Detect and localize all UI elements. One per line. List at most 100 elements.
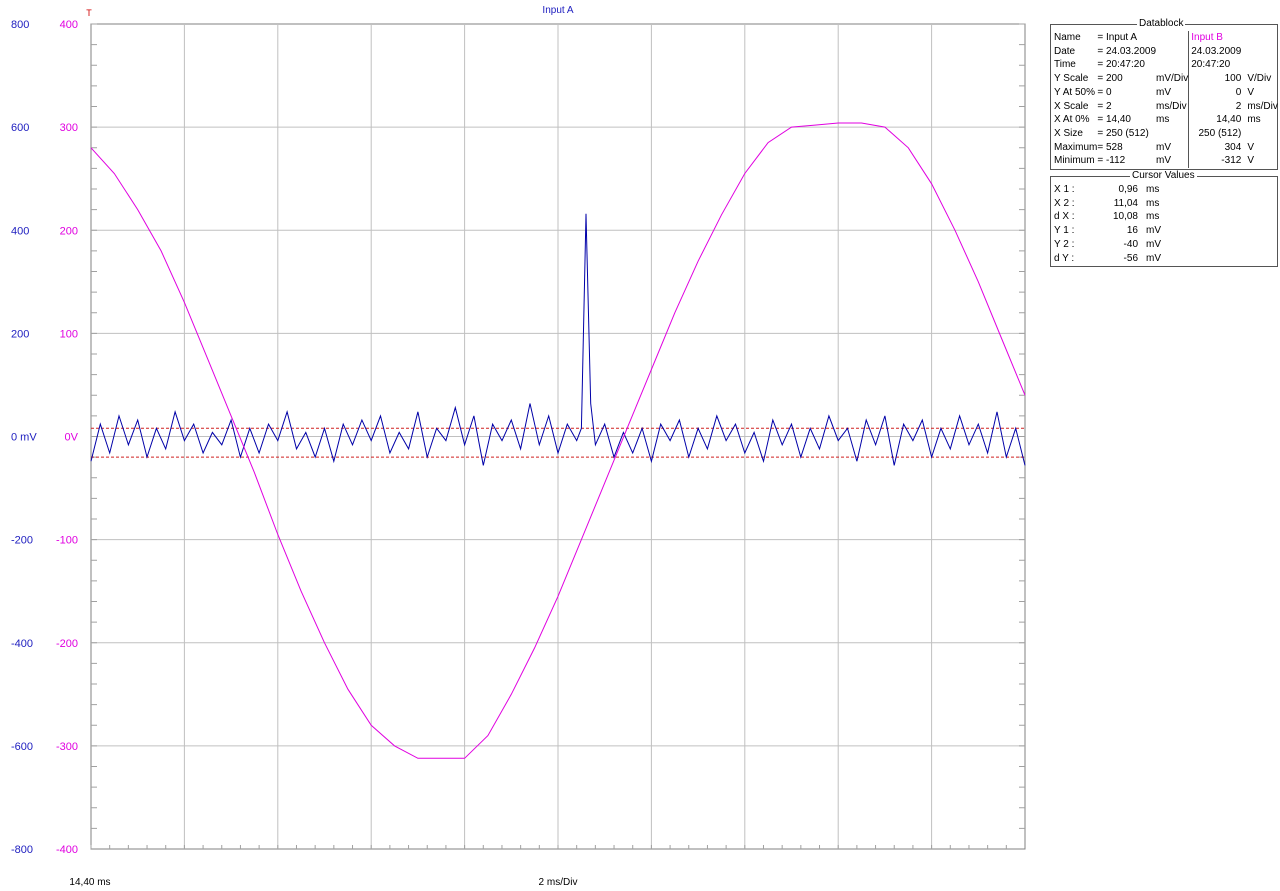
datablock-a-unit: mV (1156, 155, 1172, 167)
datablock-b-value: 14,40 (1188, 113, 1242, 127)
datablock-a-unit (1156, 31, 1189, 45)
y-tick-a: 200 (11, 328, 29, 340)
datablock-panel: Datablock Name = Input A Input B Date = 24.0… (1050, 18, 1278, 170)
cursor-unit: ms (1146, 211, 1160, 223)
datablock-a-value: = 20:47:20 (1097, 59, 1145, 71)
datablock-row: X At 0% = 14,40 ms 14,40 ms (1054, 113, 1278, 127)
datablock-b-unit: V (1247, 155, 1254, 167)
datablock-b-value: -312 (1188, 154, 1242, 169)
cursor-values-panel: Cursor Values X 1 :0,96 ms X 2 :11,04 ms d X… (1050, 170, 1278, 267)
datablock-b-value: 0 (1188, 85, 1242, 100)
datablock-b-unit (1241, 127, 1278, 141)
datablock-a-unit: mV/Div (1156, 73, 1189, 85)
datablock-title: Datablock (1137, 18, 1186, 29)
x-scale-label: 2 ms/Div (539, 877, 578, 888)
datablock-a-unit (1156, 45, 1189, 59)
datablock-b-unit: V (1247, 141, 1254, 153)
cursor-value: 11,04 (1113, 197, 1138, 209)
datablock-a-value: = 200 (1097, 73, 1123, 85)
datablock-key: Y At 50% (1054, 86, 1095, 98)
datablock-b-unit: ms (1247, 114, 1261, 126)
datablock-b-value: 250 (512) (1188, 126, 1242, 141)
datablock-key: Maximum (1054, 141, 1098, 153)
y-tick-b: 100 (60, 328, 78, 340)
y-tick-b: -200 (56, 638, 78, 650)
x-start-label: 14,40 ms (69, 877, 110, 888)
cursor-unit: ms (1146, 197, 1160, 209)
datablock-key: X At 0% (1054, 114, 1090, 126)
y-tick-b: 300 (60, 122, 78, 134)
cursor-value-row: d X : 10,08 ms (1054, 210, 1176, 224)
cursor-value: -56 (1123, 252, 1138, 264)
y-tick-b: -300 (56, 741, 78, 753)
cursor-value-row: X 1 : 0,96 ms (1054, 183, 1176, 197)
cursor-key: Y 2 : (1054, 238, 1075, 250)
datablock-row: Time = 20:47:20 20:47:20 (1054, 58, 1278, 73)
datablock-a-unit: ms (1156, 114, 1170, 126)
datablock-key: Date (1054, 45, 1076, 57)
datablock-a-unit (1156, 127, 1189, 141)
y-axis-b: 400 300 200 100 0V -100 -200 -300 -400 (56, 19, 79, 856)
cursor-key: X 2 : (1054, 197, 1075, 209)
cursor-values-table: X 1 :0,96 ms X 2 : 11,04 ms d X : 10,08 ms Y 1 :… (1054, 183, 1176, 265)
datablock-a-value: = 0 (1097, 86, 1112, 98)
y-tick-a: -600 (11, 741, 33, 753)
datablock-row: Y At 50% = 0 mV 0 V (1054, 85, 1278, 100)
datablock-b-unit: V/Div (1247, 73, 1272, 85)
datablock-key: X Scale (1054, 100, 1089, 112)
datablock-b-value: 20:47:20 (1188, 58, 1242, 73)
datablock-row: X Size = 250 (512) 250 (512) (1054, 126, 1278, 141)
cursor-value: 10,08 (1112, 211, 1138, 223)
cursor-value-row: Y 2 : -40 mV (1054, 238, 1176, 252)
datablock-a-value: = 528 (1097, 141, 1123, 153)
datablock-b-unit: ms/Div (1247, 100, 1278, 112)
datablock-b-value: 24.03.2009 (1188, 44, 1242, 59)
datablock-a-value: = 14,40 (1097, 114, 1131, 126)
datablock-row: X Scale = 2 ms/Div 2 ms/Div (1054, 99, 1278, 114)
y-tick-a: 600 (11, 122, 29, 134)
cursor-unit: ms (1146, 184, 1160, 195)
datablock-b-unit (1241, 31, 1278, 45)
y-tick-a: 0 mV (11, 432, 37, 444)
datablock-a-value: = 250 (512) (1097, 127, 1149, 139)
datablock-row: Date = 24.03.2009 24.03.2009 (1054, 44, 1278, 59)
datablock-b-value: 2 (1188, 99, 1242, 114)
cursor-unit: mV (1146, 238, 1161, 250)
cursor-value-row: X 2 : 11,04 ms (1054, 197, 1176, 211)
cursor-key: X 1 : (1054, 184, 1075, 195)
grid (90, 23, 1026, 850)
datablock-a-value: = 24.03.2009 (1097, 45, 1157, 57)
y-tick-b: 0V (65, 432, 79, 444)
plot-title: Input A (542, 5, 573, 16)
scope-plot: 800 600 400 200 0 mV -200 -400 -600 -800 400 300 2… (11, 5, 1026, 888)
cursor-key: d Y : (1054, 252, 1075, 264)
datablock-b-value: 304 (1188, 140, 1242, 155)
datablock-b-unit (1241, 58, 1278, 72)
datablock-row: Y Scale = 200 mV/Div 100 V/Div (1054, 72, 1278, 86)
datablock-key: Minimum (1054, 155, 1095, 167)
datablock-row: Maximum = 528 mV 304 V (1054, 140, 1278, 155)
datablock-key: Name (1054, 32, 1081, 43)
datablock-a-value: = 2 (1097, 100, 1112, 112)
y-tick-b: -400 (56, 844, 78, 856)
datablock-key: X Size (1054, 127, 1083, 139)
y-tick-a: 800 (11, 19, 29, 31)
cursor-values-title: Cursor Values (1130, 170, 1197, 181)
datablock-a-unit (1156, 58, 1189, 72)
cursor-key: d X : (1054, 211, 1075, 223)
cursor-unit: mV (1146, 225, 1161, 237)
y-tick-b: 400 (60, 19, 78, 31)
datablock-a-unit: mV (1156, 141, 1172, 153)
y-tick-b: 200 (60, 225, 78, 237)
y-tick-a: -400 (11, 638, 33, 650)
cursor-value: -40 (1123, 238, 1138, 250)
datablock-a-value: = -112 (1097, 155, 1126, 167)
datablock-table: Name = Input A Input B Date = 24.03.2009 24.0… (1054, 31, 1278, 169)
y-tick-a: -200 (11, 535, 33, 547)
cursor-value: 16 (1126, 225, 1138, 237)
cursor-key: Y 1 : (1054, 225, 1075, 237)
datablock-key: Y Scale (1054, 73, 1089, 85)
datablock-b-value: Input B (1188, 31, 1242, 45)
datablock-row: Minimum = -112 mV -312 V (1054, 154, 1278, 169)
trigger-marker-icon[interactable]: T (86, 8, 92, 18)
